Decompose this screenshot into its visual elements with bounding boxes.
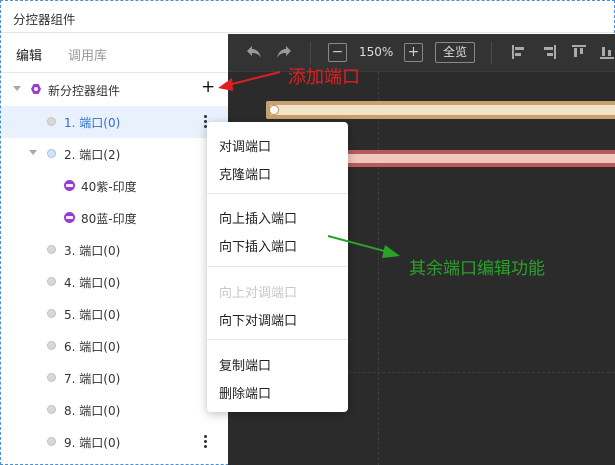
tree-item-port-2[interactable]: 2. 端口(2) [1,138,228,170]
toolbar-divider [310,42,311,64]
port-dot-icon [47,245,56,254]
menu-item-insert-below[interactable]: 向下插入端口 [219,236,297,255]
cable-bar-pink[interactable] [346,150,615,167]
left-panel: 编辑 调用库 新分控器组件 + 1. 端口(0) 2. 端口(2) 40紫-印度… [1,34,228,464]
cable-bar-tan[interactable] [266,101,615,119]
tree-item-port-3[interactable]: 3. 端口(0) [1,234,228,266]
panel-tabs: 编辑 调用库 [1,34,228,73]
port-dot-icon [47,149,56,158]
caret-down-icon[interactable] [29,150,37,155]
tree-item-label: 5. 端口(0) [64,308,121,322]
tree-item-cable-40[interactable]: 40紫-印度 [1,170,228,202]
align-left-icon[interactable] [512,45,526,59]
undo-icon[interactable] [244,43,264,63]
cable-icon [64,212,75,223]
tree-item-label: 1. 端口(0) [64,116,121,130]
tree-item-label: 2. 端口(2) [64,148,121,162]
more-options-icon[interactable] [204,435,208,449]
zoom-level: 150% [359,45,394,59]
align-center-icon[interactable] [542,45,556,59]
tree-item-port-1[interactable]: 1. 端口(0) [1,106,228,138]
menu-item-swap-port[interactable]: 对调端口 [219,136,271,155]
tree-root[interactable]: 新分控器组件 + [1,74,228,106]
menu-item-swap-down[interactable]: 向下对调端口 [219,310,297,329]
menu-item-copy-port[interactable]: 复制端口 [219,355,271,374]
menu-item-clone-port[interactable]: 克隆端口 [219,164,271,183]
tree-item-label: 3. 端口(0) [64,244,121,258]
tree-item-label: 6. 端口(0) [64,340,121,354]
port-dot-icon [47,437,56,446]
toolbar-divider [491,42,492,64]
tree-item-label: 8. 端口(0) [64,404,121,418]
port-dot-icon [47,373,56,382]
tree-item-label: 7. 端口(0) [64,372,121,386]
port-dot-icon [47,309,56,318]
tree-item-port-6[interactable]: 6. 端口(0) [1,330,228,362]
menu-item-delete-port[interactable]: 删除端口 [219,383,271,402]
zoom-in-button[interactable]: + [404,43,423,62]
cable-endpoint-handle[interactable] [269,105,279,115]
annotation-other-functions: 其余端口编辑功能 [409,259,545,279]
align-bottom-icon[interactable] [600,45,614,59]
tree-item-port-4[interactable]: 4. 端口(0) [1,266,228,298]
redo-icon[interactable] [274,43,294,63]
tab-edit[interactable]: 编辑 [16,45,42,64]
port-dot-icon [47,117,56,126]
tree-item-label: 40紫-印度 [81,180,137,194]
component-icon [31,84,41,94]
tree-item-port-8[interactable]: 8. 端口(0) [1,394,228,426]
menu-item-insert-above[interactable]: 向上插入端口 [219,208,297,227]
port-context-menu: 对调端口 克隆端口 向上插入端口 向下插入端口 向上对调端口 向下对调端口 复制… [207,122,348,412]
canvas-toolbar: − 150% + 全览 [228,34,615,72]
tree-item-port-5[interactable]: 5. 端口(0) [1,298,228,330]
port-dot-icon [47,405,56,414]
tree-item-label: 80蓝-印度 [81,212,137,226]
tree-item-port-7[interactable]: 7. 端口(0) [1,362,228,394]
annotation-add-port: 添加端口 [288,67,360,88]
tree-root-label: 新分控器组件 [48,84,121,98]
tree-item-label: 4. 端口(0) [64,276,121,290]
title-bar: 分控器组件 [1,1,614,33]
tree-item-label: 9. 端口(0) [64,436,121,450]
zoom-out-button[interactable]: − [328,43,347,62]
align-top-icon[interactable] [572,45,586,59]
cable-icon [64,180,75,191]
menu-divider [207,266,348,267]
tree-item-cable-80[interactable]: 80蓝-印度 [1,202,228,234]
tab-library[interactable]: 调用库 [68,45,107,64]
caret-down-icon[interactable] [13,86,21,91]
add-port-button[interactable]: + [201,77,215,97]
menu-item-swap-up: 向上对调端口 [219,286,298,301]
port-dot-icon [47,341,56,350]
grid-line [378,72,379,465]
menu-divider [207,339,348,340]
port-dot-icon [47,277,56,286]
menu-divider [207,193,348,194]
window-title: 分控器组件 [13,12,76,27]
tree-item-port-9[interactable]: 9. 端口(0) [1,426,228,458]
overview-button[interactable]: 全览 [435,42,475,63]
